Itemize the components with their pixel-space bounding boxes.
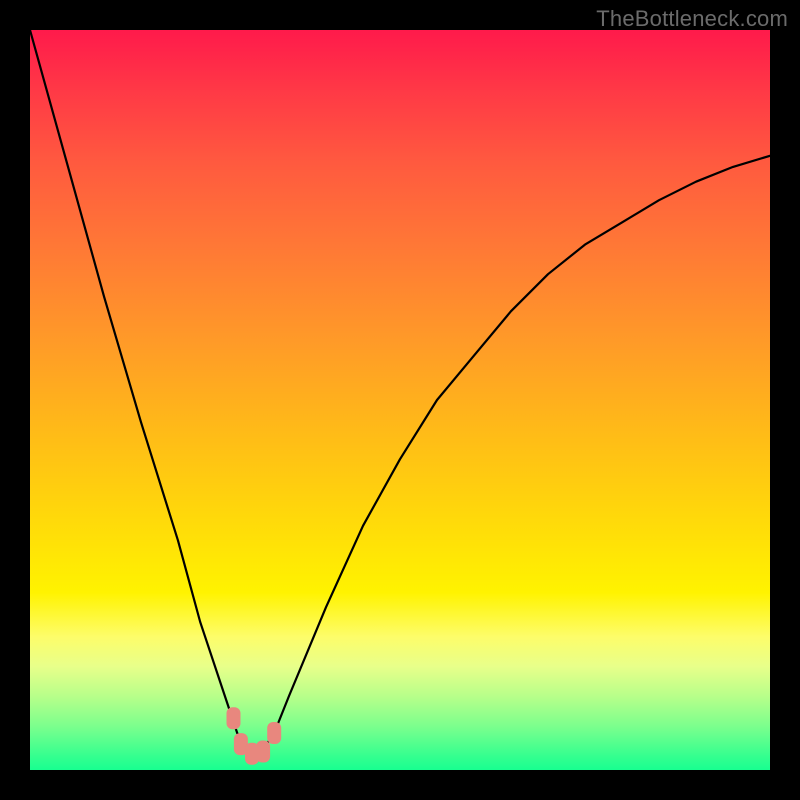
- highlight-markers: [227, 707, 282, 765]
- bottleneck-curve-plot: [30, 30, 770, 770]
- bottleneck-curve: [30, 30, 770, 755]
- highlight-marker: [267, 722, 281, 744]
- chart-area: [30, 30, 770, 770]
- highlight-marker: [256, 741, 270, 763]
- attribution-text: TheBottleneck.com: [596, 6, 788, 32]
- highlight-marker: [227, 707, 241, 729]
